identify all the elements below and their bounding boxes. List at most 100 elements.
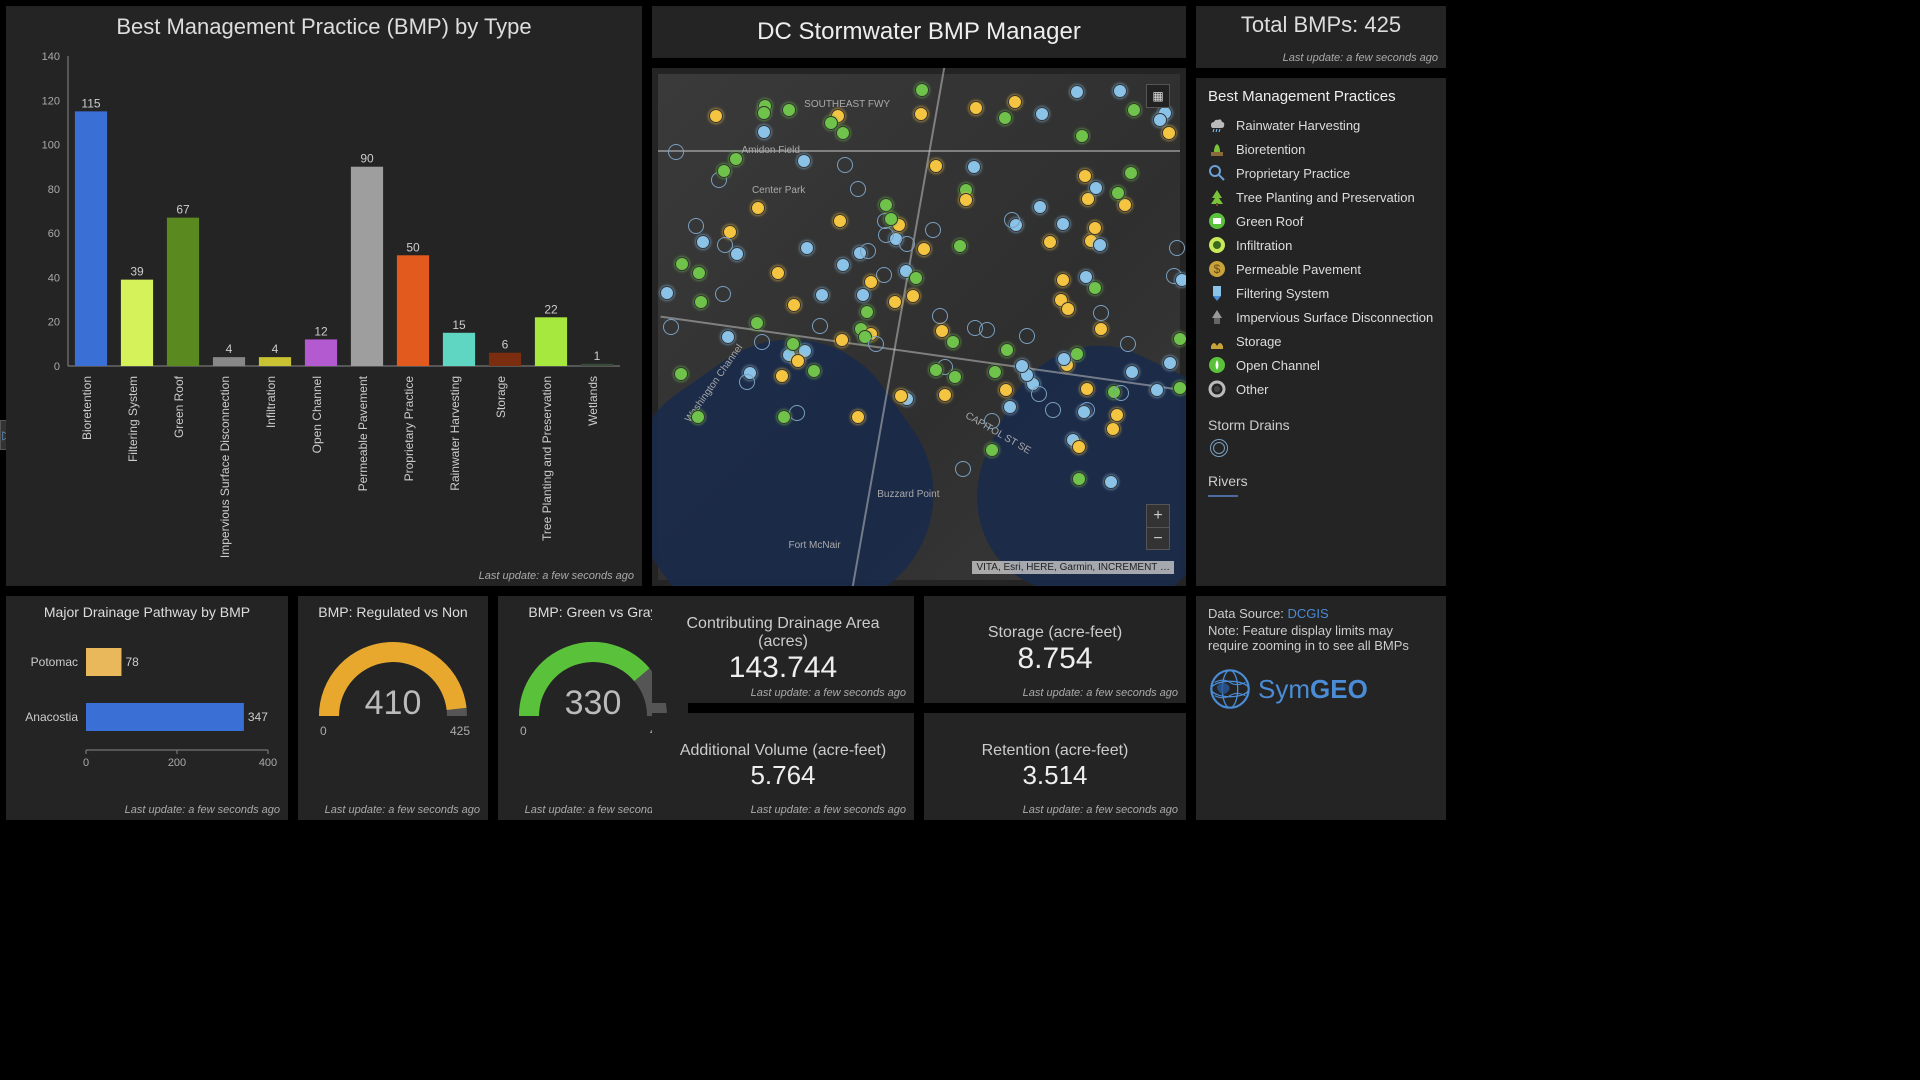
map-marker[interactable] [935, 324, 949, 338]
map-marker[interactable] [812, 318, 828, 334]
map-marker[interactable] [1106, 422, 1120, 436]
map-marker[interactable] [879, 198, 893, 212]
map-marker[interactable] [815, 288, 829, 302]
map-marker[interactable] [754, 334, 770, 350]
map-marker[interactable] [835, 333, 849, 347]
map-marker[interactable] [691, 410, 705, 424]
layers-button[interactable]: ▦ [1146, 84, 1170, 108]
map-marker[interactable] [953, 239, 967, 253]
map-marker[interactable] [694, 295, 708, 309]
map-marker[interactable] [1113, 84, 1127, 98]
regulated-gauge[interactable]: 410 0 425 [308, 626, 478, 756]
map-marker[interactable] [1075, 129, 1089, 143]
map-marker[interactable] [660, 286, 674, 300]
map-marker[interactable] [1070, 85, 1084, 99]
drainage-pathway-chart[interactable]: Potomac78Anacostia3470200400 [16, 626, 278, 776]
map-marker[interactable] [715, 286, 731, 302]
legend-item[interactable]: Bioretention [1208, 137, 1434, 161]
map-marker[interactable] [988, 365, 1002, 379]
map-marker[interactable] [1043, 235, 1057, 249]
map-marker[interactable] [1072, 472, 1086, 486]
map-marker[interactable] [876, 267, 892, 283]
map-marker[interactable] [1093, 305, 1109, 321]
map-marker[interactable] [1124, 166, 1138, 180]
map-marker[interactable] [688, 218, 704, 234]
legend-item[interactable]: Other [1208, 377, 1434, 401]
map-marker[interactable] [932, 308, 948, 324]
legend-item[interactable]: Tree Planting and Preservation [1208, 185, 1434, 209]
map-marker[interactable] [1078, 169, 1092, 183]
map-marker[interactable] [959, 193, 973, 207]
map-marker[interactable] [1056, 217, 1070, 231]
map-marker[interactable] [833, 214, 847, 228]
legend-item[interactable]: Filtering System [1208, 281, 1434, 305]
legend-item[interactable]: Rainwater Harvesting [1208, 113, 1434, 137]
map-marker[interactable] [856, 288, 870, 302]
map-marker[interactable] [797, 154, 811, 168]
map-marker[interactable] [789, 405, 805, 421]
map-marker[interactable] [1033, 200, 1047, 214]
map-marker[interactable] [1056, 273, 1070, 287]
map-marker[interactable] [1163, 356, 1177, 370]
map-marker[interactable] [674, 367, 688, 381]
zoom-out-button[interactable]: − [1147, 527, 1169, 549]
map-marker[interactable] [750, 316, 764, 330]
map-marker[interactable] [1057, 352, 1071, 366]
map-marker[interactable] [955, 461, 971, 477]
map-marker[interactable] [786, 337, 800, 351]
map-marker[interactable] [836, 258, 850, 272]
map-canvas[interactable]: SOUTHEAST FWY Amidon Field Center Park B… [658, 74, 1180, 580]
map-marker[interactable] [938, 388, 952, 402]
map-marker[interactable] [925, 222, 941, 238]
map-marker[interactable] [1127, 103, 1141, 117]
map-marker[interactable] [1113, 385, 1129, 401]
map-marker[interactable] [757, 106, 771, 120]
map-marker[interactable] [824, 116, 838, 130]
map-marker[interactable] [717, 164, 731, 178]
map-marker[interactable] [999, 383, 1013, 397]
legend-item[interactable]: Storage [1208, 329, 1434, 353]
map-marker[interactable] [1088, 221, 1102, 235]
legend-item[interactable]: $ Permeable Pavement [1208, 257, 1434, 281]
map-marker[interactable] [969, 101, 983, 115]
map-marker[interactable] [1008, 95, 1022, 109]
map-marker[interactable] [1015, 359, 1029, 373]
map-marker[interactable] [1094, 322, 1108, 336]
map-marker[interactable] [675, 257, 689, 271]
map-marker[interactable] [663, 319, 679, 335]
map-marker[interactable] [1089, 181, 1103, 195]
map-marker[interactable] [850, 181, 866, 197]
map-marker[interactable] [730, 247, 744, 261]
map-marker[interactable] [757, 125, 771, 139]
map-marker[interactable] [1120, 336, 1136, 352]
map-marker[interactable] [1153, 113, 1167, 127]
map-marker[interactable] [967, 160, 981, 174]
map-marker[interactable] [917, 242, 931, 256]
map-marker[interactable] [906, 289, 920, 303]
map-marker[interactable] [696, 235, 710, 249]
map-marker[interactable] [878, 227, 894, 243]
map-marker[interactable] [860, 243, 876, 259]
map-marker[interactable] [771, 266, 785, 280]
map-marker[interactable] [837, 157, 853, 173]
zoom-in-button[interactable]: + [1147, 505, 1169, 527]
map-marker[interactable] [1125, 365, 1139, 379]
map-marker[interactable] [1000, 343, 1014, 357]
legend-item[interactable]: Green Roof [1208, 209, 1434, 233]
map-marker[interactable] [800, 241, 814, 255]
map-marker[interactable] [909, 271, 923, 285]
map-marker[interactable] [984, 413, 1000, 429]
map-marker[interactable] [1061, 302, 1075, 316]
map-marker[interactable] [948, 370, 962, 384]
map-marker[interactable] [1045, 402, 1061, 418]
map-marker[interactable] [1031, 386, 1047, 402]
map-marker[interactable] [1169, 240, 1185, 256]
map-marker[interactable] [1110, 408, 1124, 422]
map-marker[interactable] [1173, 332, 1186, 346]
map-marker[interactable] [1118, 198, 1132, 212]
symgeo-logo[interactable]: SymGEO [1208, 667, 1434, 711]
map-marker[interactable] [1088, 281, 1102, 295]
map-marker[interactable] [998, 111, 1012, 125]
map-marker[interactable] [929, 363, 943, 377]
map-marker[interactable] [1175, 273, 1186, 287]
